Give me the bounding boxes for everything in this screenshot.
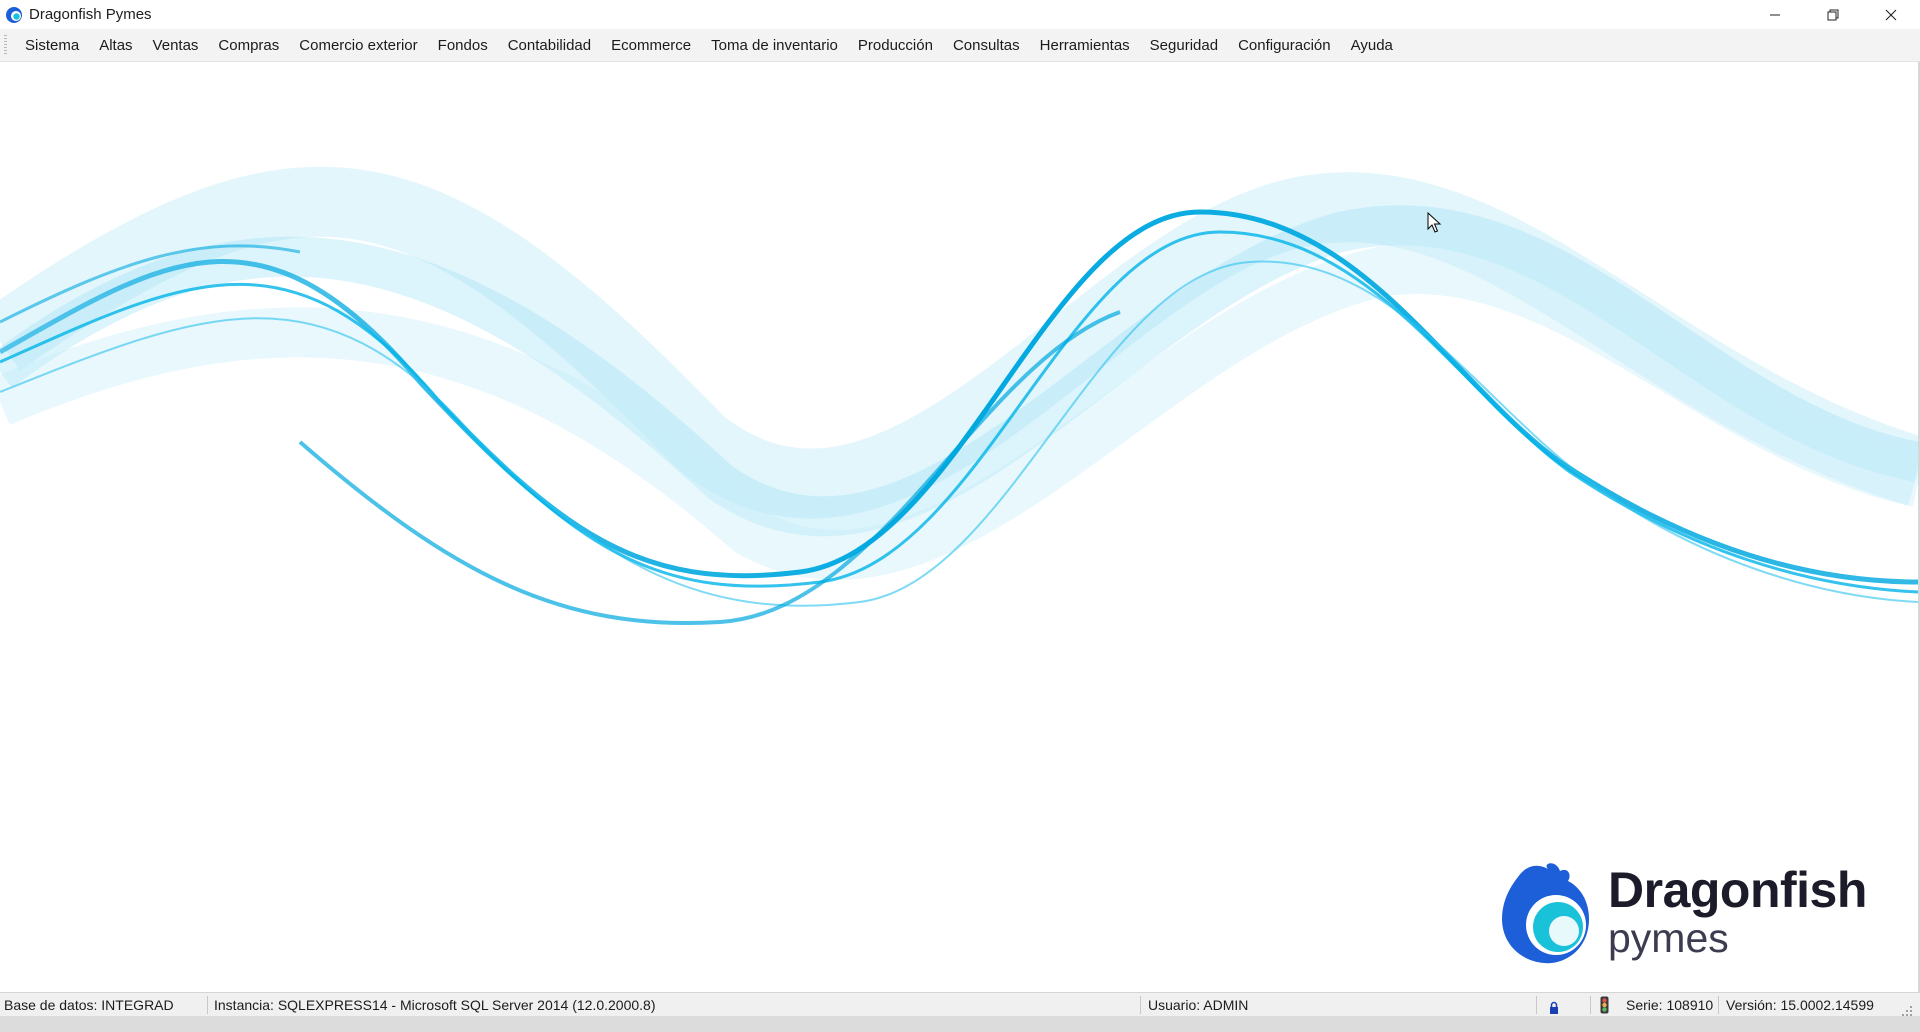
status-version: Versión: 15.0002.14599 xyxy=(1726,997,1874,1013)
menu-grip[interactable] xyxy=(4,35,7,55)
menu-sistema[interactable]: Sistema xyxy=(15,37,89,54)
restore-button[interactable] xyxy=(1804,0,1862,29)
menu-comercio-exterior[interactable]: Comercio exterior xyxy=(289,37,427,54)
restore-icon xyxy=(1827,9,1839,20)
window-title: Dragonfish Pymes xyxy=(29,6,152,23)
menu-consultas[interactable]: Consultas xyxy=(943,37,1030,54)
status-user: Usuario: ADMIN xyxy=(1148,997,1249,1013)
main-workspace: Dragonfish pymes xyxy=(0,62,1920,992)
menu-toma-de-inventario[interactable]: Toma de inventario xyxy=(701,37,848,54)
menu-contabilidad[interactable]: Contabilidad xyxy=(498,37,601,54)
menu-seguridad[interactable]: Seguridad xyxy=(1140,37,1228,54)
title-bar: Dragonfish Pymes xyxy=(0,0,1920,29)
minimize-button[interactable] xyxy=(1746,0,1804,29)
status-serial: Serie: 108910 xyxy=(1626,997,1714,1013)
menu-ecommerce[interactable]: Ecommerce xyxy=(601,37,701,54)
dragonfish-logo-icon xyxy=(1502,863,1590,964)
close-button[interactable] xyxy=(1862,0,1920,29)
menu-configuracion[interactable]: Configuración xyxy=(1228,37,1341,54)
logo-wordmark: Dragonfish pymes xyxy=(1608,864,1867,960)
status-divider xyxy=(1718,996,1719,1014)
menu-produccion[interactable]: Producción xyxy=(848,37,943,54)
window-controls xyxy=(1746,0,1920,29)
menu-bar: Sistema Altas Ventas Compras Comercio ex… xyxy=(0,29,1920,62)
wave-background xyxy=(0,166,1918,626)
menu-fondos[interactable]: Fondos xyxy=(428,37,498,54)
menu-compras[interactable]: Compras xyxy=(208,37,289,54)
menu-ayuda[interactable]: Ayuda xyxy=(1341,37,1403,54)
logo-title: Dragonfish xyxy=(1608,862,1867,918)
dragonfish-app-icon xyxy=(6,6,22,23)
status-bar: Base de datos: INTEGRAD Instancia: SQLEX… xyxy=(0,992,1920,1017)
dragonfish-logo: Dragonfish pymes xyxy=(1498,859,1867,965)
menu-ventas[interactable]: Ventas xyxy=(143,37,209,54)
traffic-light-icon xyxy=(1600,996,1609,1014)
status-divider xyxy=(207,996,208,1014)
status-divider xyxy=(1590,996,1591,1014)
status-database: Base de datos: INTEGRAD xyxy=(4,997,174,1013)
mouse-cursor-icon xyxy=(1427,212,1442,233)
menu-herramientas[interactable]: Herramientas xyxy=(1030,37,1140,54)
taskbar-edge xyxy=(0,1016,1920,1032)
status-divider xyxy=(1536,996,1537,1014)
menu-altas[interactable]: Altas xyxy=(89,37,142,54)
lock-icon xyxy=(1548,998,1560,1014)
minimize-icon xyxy=(1770,14,1780,15)
logo-subtitle: pymes xyxy=(1608,915,1729,961)
status-instance: Instancia: SQLEXPRESS14 - Microsoft SQL … xyxy=(214,997,656,1013)
status-divider xyxy=(1140,996,1141,1014)
resize-grip-icon[interactable] xyxy=(1900,1001,1914,1016)
close-icon xyxy=(1885,9,1897,20)
